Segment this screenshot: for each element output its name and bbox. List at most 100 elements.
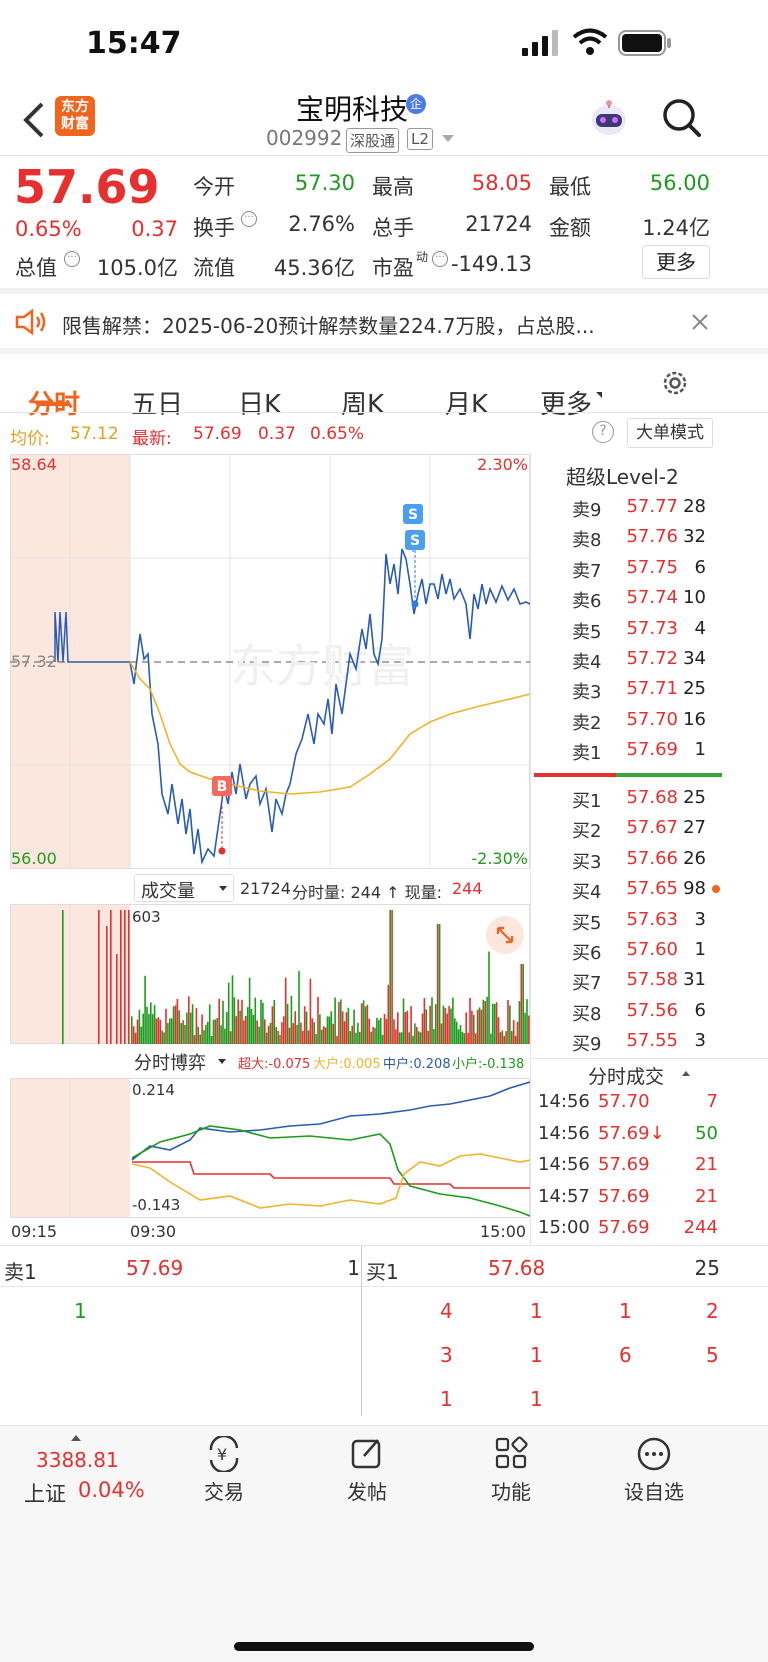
volume-bar (412, 1035, 414, 1044)
order-book-row[interactable]: 买5 57.63 3 (568, 909, 768, 941)
tab-weekly-k[interactable]: 周K (341, 384, 384, 421)
volume-bar (397, 1012, 399, 1044)
bid-dot (712, 885, 720, 893)
big-order-mode-button[interactable]: 大单模式 (627, 418, 713, 448)
order-book-row[interactable]: 卖5 57.73 4 (568, 618, 768, 650)
search-icon[interactable] (662, 98, 702, 138)
robot-assistant-icon[interactable] (588, 98, 630, 138)
book-level-label: 买9 (572, 1034, 602, 1056)
volume-bar (345, 1012, 348, 1044)
volume-bar (328, 1016, 331, 1044)
index-name[interactable]: 上证 (24, 1478, 66, 1508)
order-book-row[interactable]: 买2 57.67 27 (568, 817, 768, 849)
book-level-label: 买7 (572, 973, 602, 995)
volume-bar (231, 975, 234, 1044)
volume-bar (226, 1011, 228, 1044)
volume-bar (402, 998, 405, 1044)
small-flow: 小户:-0.138 (452, 1057, 525, 1072)
volume-bar (355, 1032, 357, 1044)
trades-title[interactable]: 分时成交 (588, 1062, 664, 1089)
order-book-row[interactable]: 卖8 57.76 32 (568, 526, 768, 558)
volume-bar (469, 997, 471, 1044)
tab-five-day[interactable]: 五日 (131, 384, 183, 421)
volume-selector[interactable]: 成交量 (134, 874, 234, 902)
order-book-row[interactable]: 买3 57.66 26 (568, 848, 768, 880)
volume-bar (359, 1031, 361, 1044)
volume-bar (201, 1014, 203, 1044)
volume-bar (423, 998, 426, 1044)
volume-bar (170, 1018, 173, 1044)
tab-monthly-k[interactable]: 月K (445, 384, 488, 421)
gear-icon[interactable] (660, 368, 690, 398)
order-book-row[interactable]: 卖2 57.70 16 (568, 709, 768, 741)
notice-text[interactable]: 限售解禁：2025-06-20预计解禁数量224.7万股，占总股... (62, 310, 662, 339)
trade-icon[interactable]: ¥ (205, 1434, 243, 1474)
intraday-chart[interactable]: 东方财富 (10, 454, 530, 869)
order-book-row[interactable]: 卖1 57.69 1 (568, 739, 768, 771)
trade-time: 14:56 (538, 1091, 590, 1112)
volume-bar (315, 1033, 317, 1044)
volume-bar (322, 1026, 325, 1044)
tab-daily-k[interactable]: 日K (238, 384, 281, 421)
level2-title[interactable]: 超级Level-2 (566, 461, 679, 490)
volume-bar (385, 1018, 388, 1044)
change-percent: 0.65% (15, 217, 82, 241)
volume-bar (252, 1014, 255, 1044)
order-book-row[interactable]: 卖6 57.74 10 (568, 587, 768, 619)
order-book-row[interactable]: 卖4 57.72 34 (568, 648, 768, 680)
order-book-row[interactable]: 卖3 57.71 25 (568, 678, 768, 710)
book-volume: 28 (683, 496, 706, 517)
post-icon[interactable] (350, 1436, 384, 1470)
volume-bar (471, 1010, 473, 1044)
back-icon[interactable] (20, 100, 50, 140)
order-book-row[interactable]: 买8 57.56 6 (568, 1000, 768, 1032)
dropdown-icon[interactable] (442, 135, 454, 142)
volume-now: 244 (452, 879, 483, 898)
watchlist-icon[interactable] (636, 1436, 672, 1472)
nav-trade[interactable]: 交易 (164, 1476, 284, 1505)
index-value[interactable]: 3388.81 (36, 1448, 119, 1472)
nav-function[interactable]: 功能 (451, 1476, 571, 1505)
index-pct[interactable]: 0.04% (78, 1478, 145, 1502)
nav-add-watchlist[interactable]: 设自选 (594, 1476, 714, 1505)
order-book-row[interactable]: 买1 57.68 25 (568, 787, 768, 819)
caret-down-icon (219, 886, 227, 891)
volume-bar (336, 1035, 338, 1044)
order-book-row[interactable]: 买7 57.58 31 (568, 969, 768, 1001)
function-icon[interactable] (494, 1436, 528, 1470)
volume-bar (298, 971, 300, 1044)
total-value: 105.0亿 (96, 256, 178, 280)
order-book-row[interactable]: 买4 57.65 98 (568, 878, 768, 910)
tab-more[interactable]: 更多 (540, 384, 592, 421)
close-icon[interactable] (690, 312, 710, 332)
volume-bar (495, 1002, 498, 1044)
book-volume: 16 (683, 708, 706, 730)
volume-bar (351, 1025, 353, 1044)
volume-bar (277, 1030, 279, 1044)
volume-bar (488, 951, 490, 1044)
help-icon[interactable]: ? (592, 421, 614, 443)
wifi-icon (572, 28, 608, 56)
volume-bar (433, 1028, 435, 1044)
more-button[interactable]: 更多 (642, 245, 710, 279)
volume-bar (419, 1032, 422, 1044)
avg-price-value: 57.12 (70, 424, 119, 444)
volume-bar (313, 1022, 315, 1044)
status-time: 15:47 (86, 26, 182, 61)
order-book-row[interactable]: 卖9 57.77 28 (568, 496, 768, 528)
open-label: 今开 (193, 175, 235, 199)
game-selector[interactable]: 分时博弈 (134, 1048, 234, 1074)
order-book-row[interactable]: 卖7 57.75 6 (568, 557, 768, 589)
caret-down-icon (218, 1059, 226, 1064)
volume-bar (497, 1017, 500, 1044)
volume-bar (262, 1002, 264, 1044)
order-book-row[interactable]: 买6 57.60 1 (568, 939, 768, 971)
app-logo[interactable]: 东方 财富 (55, 96, 95, 136)
volume-bar (281, 1022, 283, 1044)
expand-icon[interactable] (486, 916, 524, 954)
book-volume: 98 (683, 878, 706, 900)
nav-post[interactable]: 发帖 (307, 1476, 427, 1505)
game-axis-bottom: -0.143 (132, 1196, 181, 1214)
volume-bar (330, 1011, 333, 1044)
volume-bar (505, 1031, 507, 1044)
